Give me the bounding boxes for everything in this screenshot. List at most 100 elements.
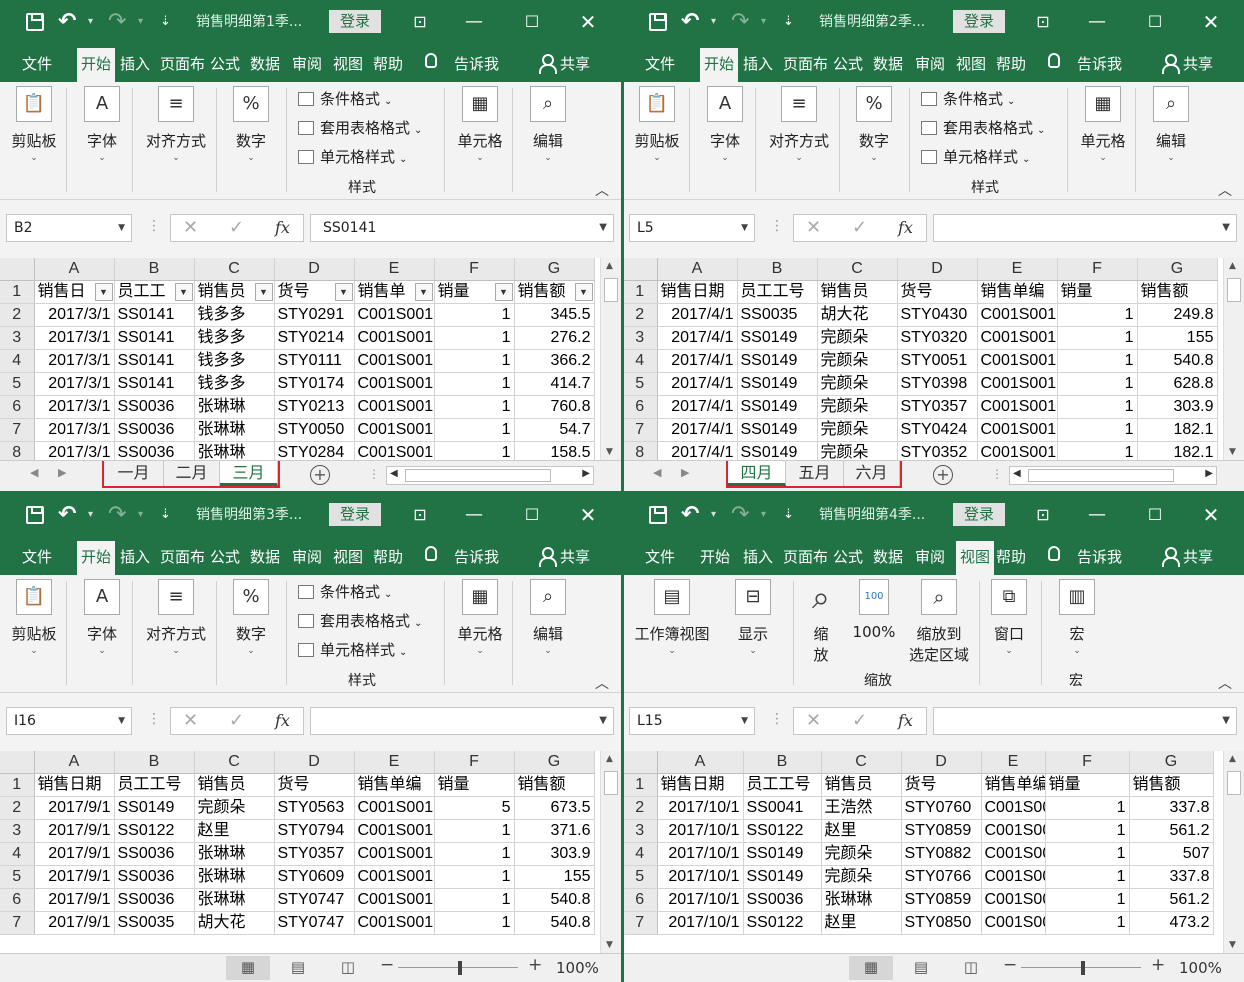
- header-cell[interactable]: 销售日期: [657, 773, 744, 797]
- data-cell[interactable]: 张琳琳: [821, 888, 902, 912]
- data-cell[interactable]: STY0213: [274, 395, 355, 419]
- data-cell[interactable]: STY0850: [901, 911, 982, 935]
- login-button[interactable]: 登录: [953, 503, 1005, 526]
- data-cell[interactable]: 1: [1057, 303, 1138, 327]
- tell-me-search[interactable]: 告诉我: [454, 541, 499, 575]
- data-cell[interactable]: C001S001: [354, 796, 435, 820]
- data-cell[interactable]: 胡大花: [194, 911, 275, 935]
- data-cell[interactable]: 完颜朵: [194, 796, 275, 820]
- redo-icon[interactable]: ↷: [108, 493, 126, 537]
- row-header[interactable]: 5: [623, 372, 658, 396]
- data-cell[interactable]: SS0035: [737, 303, 818, 327]
- row-header[interactable]: 1: [0, 280, 35, 304]
- data-cell[interactable]: 561.2: [1129, 888, 1214, 912]
- data-cell[interactable]: SS0122: [114, 819, 195, 843]
- spreadsheet-grid[interactable]: A B C D E F G 1 销售日 ▼ 员工工 ▼ 销售员 ▼ 货号 ▼ 销售单 ▼ 销量 ▼ 销售额 ▼ 2 2017/…: [0, 258, 621, 460]
- customize-qat-icon[interactable]: ⇣: [783, 493, 794, 537]
- data-cell[interactable]: 2017/3/1: [34, 303, 115, 327]
- data-cell[interactable]: 2017/9/1: [34, 888, 115, 912]
- data-cell[interactable]: C001S001: [981, 796, 1046, 820]
- column-header-C[interactable]: C: [821, 751, 902, 774]
- data-cell[interactable]: SS0141: [114, 372, 195, 396]
- scroll-down-icon[interactable]: ▼: [606, 940, 613, 950]
- scroll-thumb[interactable]: [604, 771, 618, 795]
- data-cell[interactable]: 2017/4/1: [657, 441, 738, 460]
- tab-page-layout[interactable]: 页面布: [160, 48, 204, 82]
- scroll-up-icon[interactable]: ▲: [1229, 754, 1236, 764]
- header-cell[interactable]: 销售单 ▼: [354, 280, 435, 304]
- zoom-slider-knob[interactable]: [1081, 961, 1085, 975]
- header-cell[interactable]: 销量: [434, 773, 515, 797]
- header-cell[interactable]: 员工工号: [114, 773, 195, 797]
- data-cell[interactable]: 1: [434, 842, 515, 866]
- tab-help[interactable]: 帮助: [996, 48, 1032, 82]
- horizontal-scrollbar[interactable]: ◀▶: [386, 466, 594, 485]
- data-cell[interactable]: SS0141: [114, 303, 195, 327]
- data-cell[interactable]: 414.7: [514, 372, 595, 396]
- minimize-icon[interactable]: —: [1082, 493, 1112, 537]
- column-header-D[interactable]: D: [897, 258, 978, 281]
- spreadsheet-grid[interactable]: A B C D E F G 1 销售日期 员工工号 销售员 货号 销售单编 销量 销售额 2 2017/10/1…: [623, 751, 1244, 953]
- data-cell[interactable]: 540.8: [514, 888, 595, 912]
- row-header[interactable]: 7: [0, 911, 35, 935]
- font-button[interactable]: A 字体 ⌄: [701, 86, 749, 163]
- tab-help[interactable]: 帮助: [373, 541, 409, 575]
- number-button[interactable]: % 数字 ⌄: [849, 86, 899, 163]
- data-cell[interactable]: 2017/10/1: [657, 796, 744, 820]
- header-cell[interactable]: 销售日期: [657, 280, 738, 304]
- data-cell[interactable]: 1: [434, 888, 515, 912]
- cell-style-button[interactable]: 单元格样式 ⌄: [921, 146, 1030, 167]
- header-cell[interactable]: 货号: [274, 773, 355, 797]
- row-header[interactable]: 4: [623, 842, 658, 866]
- data-cell[interactable]: SS0036: [114, 395, 195, 419]
- header-cell[interactable]: 销售员 ▼: [194, 280, 275, 304]
- data-cell[interactable]: 2017/9/1: [34, 819, 115, 843]
- data-cell[interactable]: STY0111: [274, 349, 355, 373]
- tab-insert[interactable]: 插入: [120, 541, 156, 575]
- data-cell[interactable]: 2017/4/1: [657, 395, 738, 419]
- font-button[interactable]: A 字体 ⌄: [78, 579, 126, 656]
- header-cell[interactable]: 销售单编: [981, 773, 1046, 797]
- login-button[interactable]: 登录: [329, 10, 381, 33]
- row-header[interactable]: 2: [0, 303, 35, 327]
- data-cell[interactable]: 钱多多: [194, 326, 275, 350]
- data-cell[interactable]: STY0747: [274, 911, 355, 935]
- header-cell[interactable]: 员工工号: [743, 773, 822, 797]
- collapse-ribbon-icon[interactable]: ︿: [595, 673, 609, 693]
- tell-me-search[interactable]: 告诉我: [1077, 48, 1122, 82]
- tab-formulas[interactable]: 公式: [833, 48, 869, 82]
- scroll-right-icon[interactable]: ▶: [582, 468, 590, 479]
- cancel-icon[interactable]: ✕: [806, 217, 821, 238]
- share-button[interactable]: 共享: [1183, 48, 1213, 82]
- tab-view[interactable]: 视图: [956, 48, 992, 82]
- number-button[interactable]: % 数字 ⌄: [226, 579, 276, 656]
- data-cell[interactable]: SS0149: [737, 395, 818, 419]
- column-header-E[interactable]: E: [354, 751, 435, 774]
- data-cell[interactable]: 1: [434, 349, 515, 373]
- data-cell[interactable]: 1: [1057, 418, 1138, 442]
- data-cell[interactable]: STY0352: [897, 441, 978, 460]
- ribbon-display-icon[interactable]: ⊡: [405, 0, 435, 44]
- tab-home[interactable]: 开始: [77, 48, 115, 82]
- header-cell[interactable]: 销售日期: [34, 773, 115, 797]
- expand-formula-icon[interactable]: ▼: [1222, 215, 1230, 241]
- data-cell[interactable]: C001S001: [354, 842, 435, 866]
- row-header[interactable]: 6: [623, 888, 658, 912]
- data-cell[interactable]: 2017/3/1: [34, 441, 115, 460]
- header-cell[interactable]: 销售员: [817, 280, 898, 304]
- row-header[interactable]: 5: [0, 865, 35, 889]
- column-header-B[interactable]: B: [114, 258, 195, 281]
- zoom-selection-button[interactable]: ⌕ 缩放到 选定区域: [903, 579, 975, 665]
- data-cell[interactable]: STY0794: [274, 819, 355, 843]
- data-cell[interactable]: SS0149: [743, 865, 822, 889]
- data-cell[interactable]: STY0284: [274, 441, 355, 460]
- font-button[interactable]: A 字体 ⌄: [78, 86, 126, 163]
- table-format-button[interactable]: 套用表格格式 ⌄: [298, 610, 422, 631]
- data-cell[interactable]: 561.2: [1129, 819, 1214, 843]
- tab-page-layout[interactable]: 页面布: [160, 541, 204, 575]
- formula-input[interactable]: ▼: [933, 707, 1237, 735]
- column-header-F[interactable]: F: [434, 258, 515, 281]
- scroll-up-icon[interactable]: ▲: [606, 261, 613, 271]
- minimize-icon[interactable]: —: [459, 493, 489, 537]
- row-header[interactable]: 2: [0, 796, 35, 820]
